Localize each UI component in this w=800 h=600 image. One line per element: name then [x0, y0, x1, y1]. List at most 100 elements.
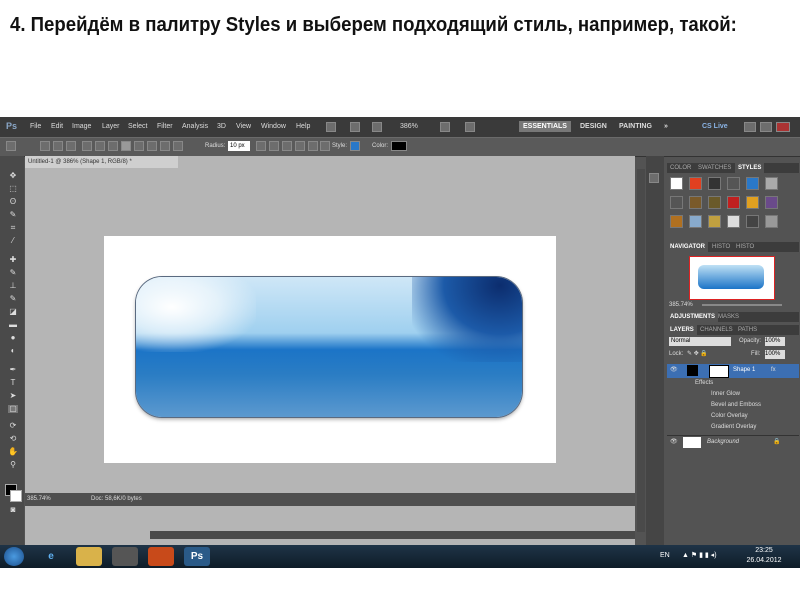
lock-icons[interactable]: ✎ ✥ 🔒: [687, 350, 737, 358]
workspace-painting[interactable]: PAINTING: [615, 121, 656, 132]
view-extras-icon[interactable]: [372, 122, 382, 132]
healing-brush-tool-icon[interactable]: ✚: [8, 256, 18, 264]
color-swatch[interactable]: [391, 141, 407, 151]
quick-mask-icon[interactable]: ◙: [8, 506, 18, 514]
background-color-swatch[interactable]: [10, 490, 22, 502]
tab-navigator[interactable]: NAVIGATOR: [667, 242, 709, 252]
media-player-icon[interactable]: [112, 547, 138, 566]
document-tab[interactable]: Untitled-1 @ 386% (Shape 1, RGB/8) *: [25, 156, 178, 168]
eye-icon[interactable]: 👁: [670, 437, 678, 448]
style-swatch[interactable]: [708, 196, 721, 209]
pen-icon[interactable]: [82, 141, 92, 151]
menu-filter[interactable]: Filter: [157, 123, 173, 130]
menu-analysis[interactable]: Analysis: [182, 123, 208, 130]
tab-layers[interactable]: LAYERS: [667, 325, 697, 335]
blend-mode-select[interactable]: Normal: [669, 337, 731, 346]
close-icon[interactable]: [776, 122, 790, 132]
tab-adjustments[interactable]: ADJUSTMENTS: [667, 312, 719, 322]
custom-shape-icon[interactable]: [173, 141, 183, 151]
minimize-icon[interactable]: [744, 122, 756, 132]
style-swatch[interactable]: [765, 177, 778, 190]
tab-color[interactable]: COLOR: [667, 163, 694, 173]
horizontal-scrollbar[interactable]: [150, 531, 635, 539]
add-to-shape-icon[interactable]: [269, 141, 279, 151]
rounded-rectangle-tool-icon[interactable]: ▢: [8, 405, 18, 413]
ellipse-shape-icon[interactable]: [134, 141, 144, 151]
more-workspaces-button[interactable]: »: [660, 121, 672, 132]
crop-tool-icon[interactable]: ⌗: [8, 224, 18, 232]
link-layer-icon[interactable]: [320, 141, 330, 151]
style-swatch[interactable]: [765, 196, 778, 209]
style-swatch[interactable]: [708, 177, 721, 190]
eyedropper-tool-icon[interactable]: ⁄: [8, 237, 18, 245]
layer-row-shape[interactable]: 👁 Shape 1 fx: [667, 364, 799, 378]
dodge-tool-icon[interactable]: ◐: [8, 347, 18, 355]
workspace-essentials[interactable]: ESSENTIALS: [519, 121, 571, 132]
powerpoint-icon[interactable]: [148, 547, 174, 566]
lasso-tool-icon[interactable]: ʘ: [8, 198, 18, 206]
photoshop-taskbar-icon[interactable]: Ps: [184, 547, 210, 566]
bridge-icon[interactable]: [326, 122, 336, 132]
menu-layer[interactable]: Layer: [102, 123, 120, 130]
panel-toggle-icon[interactable]: [649, 173, 659, 183]
clock[interactable]: 23:25 26.04.2012: [734, 546, 794, 566]
style-swatch[interactable]: [689, 215, 702, 228]
menu-edit[interactable]: Edit: [51, 123, 63, 130]
status-zoom[interactable]: 385.74%: [27, 493, 51, 506]
3d-orbit-tool-icon[interactable]: ⟲: [8, 435, 18, 443]
style-swatch[interactable]: [727, 196, 740, 209]
eraser-tool-icon[interactable]: ◪: [8, 308, 18, 316]
3d-rotate-tool-icon[interactable]: ⟳: [8, 422, 18, 430]
style-swatch[interactable]: [727, 177, 740, 190]
quick-selection-tool-icon[interactable]: ✎: [8, 211, 18, 219]
exclude-shape-icon[interactable]: [308, 141, 318, 151]
screen-mode-icon[interactable]: [465, 122, 475, 132]
menu-3d[interactable]: 3D: [217, 123, 226, 130]
workspace-design[interactable]: DESIGN: [576, 121, 611, 132]
marquee-tool-icon[interactable]: ⬚: [8, 185, 18, 193]
navigator-zoom[interactable]: 385.74%: [669, 302, 693, 308]
menu-view[interactable]: View: [236, 123, 251, 130]
opacity-input[interactable]: 100%: [765, 337, 785, 346]
style-swatch[interactable]: [689, 196, 702, 209]
tray-icons[interactable]: ▲ ⚑ ▮ ▮ ◂): [682, 551, 717, 559]
tab-masks[interactable]: MASKS: [715, 312, 742, 322]
type-tool-icon[interactable]: T: [8, 379, 18, 387]
arrange-documents-icon[interactable]: [440, 122, 450, 132]
move-tool-icon[interactable]: ✥: [8, 172, 18, 180]
style-swatch[interactable]: [765, 215, 778, 228]
menu-help[interactable]: Help: [296, 123, 310, 130]
style-swatch[interactable]: [746, 196, 759, 209]
hand-tool-icon[interactable]: ✋: [8, 448, 18, 456]
file-explorer-icon[interactable]: [76, 547, 102, 566]
internet-explorer-icon[interactable]: e: [38, 547, 64, 566]
rectangle-shape-icon[interactable]: [108, 141, 118, 151]
gradient-tool-icon[interactable]: ▬: [8, 321, 18, 329]
shape-layers-icon[interactable]: [40, 141, 50, 151]
tab-histogram[interactable]: HISTO: [709, 242, 733, 252]
line-shape-icon[interactable]: [160, 141, 170, 151]
tab-paths[interactable]: PATHS: [735, 325, 760, 335]
radius-input[interactable]: 10 px: [228, 141, 250, 151]
pen-tool-icon[interactable]: ✒: [8, 366, 18, 374]
brush-tool-icon[interactable]: ✎: [8, 269, 18, 277]
navigator-zoom-slider[interactable]: [702, 304, 782, 306]
style-picker-swatch[interactable]: [350, 141, 360, 151]
blur-tool-icon[interactable]: ●: [8, 334, 18, 342]
freeform-pen-icon[interactable]: [95, 141, 105, 151]
fx-icon[interactable]: fx: [771, 365, 776, 376]
paths-icon[interactable]: [53, 141, 63, 151]
subtract-shape-icon[interactable]: [282, 141, 292, 151]
fill-pixels-icon[interactable]: [66, 141, 76, 151]
tab-swatches[interactable]: SWATCHES: [695, 163, 734, 173]
canvas[interactable]: [104, 236, 556, 463]
style-swatch[interactable]: [670, 215, 683, 228]
menu-window[interactable]: Window: [261, 123, 286, 130]
tab-history[interactable]: HISTO: [733, 242, 757, 252]
eye-icon[interactable]: 👁: [670, 365, 678, 376]
start-button-icon[interactable]: [4, 547, 24, 566]
glass-button-shape[interactable]: [136, 277, 522, 417]
style-swatch[interactable]: [670, 196, 683, 209]
style-swatch[interactable]: [708, 215, 721, 228]
style-swatch[interactable]: [746, 177, 759, 190]
